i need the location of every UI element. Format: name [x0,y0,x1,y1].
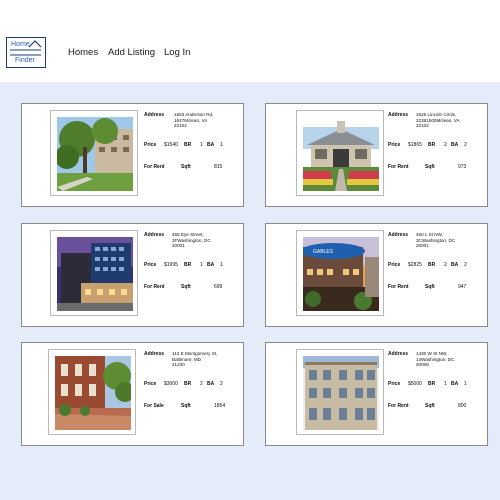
status-label: For Rent [144,284,165,290]
br-value: 1 [200,262,203,268]
ba-label: BA [451,142,459,148]
status-label: For Sale [144,403,164,409]
address-line-3: 22102 [174,123,187,128]
logo-text-home: Home [11,41,30,48]
listing-card[interactable]: Address 1526 Lincoln Circle, 22381500Mcl… [265,103,488,207]
gables-building-photo: GABLES [303,237,379,311]
sqft-value: 815 [214,164,223,170]
rowhouse-photo [55,356,131,430]
address-label: Address [144,112,165,118]
listing-details: Address 455 Eye Street, 2FWashington, DC… [144,224,244,324]
listing-photo[interactable] [50,230,138,316]
br-value: 2 [444,262,447,268]
address-line-3: 20001 [416,243,429,248]
price-label: Price [144,381,157,387]
address-label: Address [144,232,165,238]
price-value: $1995 [164,262,178,268]
br-label: BR [184,262,192,268]
price-value: $1540 [164,142,178,148]
ba-label: BA [451,381,459,387]
listing-card[interactable]: GABLES Address 460 L St NW, 3CWashington… [265,223,488,327]
price-label: Price [388,262,401,268]
listing-details: Address 1526 Lincoln Circle, 22381500Mcl… [388,104,488,204]
logo-text-finder: Finder [15,57,35,64]
br-value: 2 [200,381,203,387]
nav-homes-link[interactable]: Homes [68,47,98,58]
home-finder-logo[interactable]: Home Finder [6,37,46,68]
br-value: 2 [444,142,447,148]
sqft-label: Sqft [425,284,435,290]
sqft-value: 973 [458,164,467,170]
br-label: BR [428,142,436,148]
modern-building-photo [57,237,133,311]
ba-label: BA [451,262,459,268]
listing-photo[interactable] [48,349,136,435]
address-label: Address [144,351,165,357]
ba-value: 1 [220,262,223,268]
nav-add-listing-link[interactable]: Add Listing [108,47,155,58]
sqft-label: Sqft [181,403,191,409]
price-label: Price [388,381,401,387]
price-label: Price [388,142,401,148]
ba-label: BA [207,142,215,148]
sqft-value: 1854 [214,403,226,409]
listing-photo[interactable]: GABLES [296,230,384,316]
clubhouse-photo [303,117,379,191]
ba-label: BA [207,262,215,268]
address-label: Address [388,232,409,238]
listing-photo[interactable] [50,110,138,196]
price-value: $1865 [408,142,422,148]
gables-sign-text: GABLES [313,249,334,255]
address-line-3: 22102 [416,123,429,128]
status-label: For Rent [388,403,409,409]
address-line-3: 20009 [416,362,429,367]
br-label: BR [184,381,192,387]
status-label: For Rent [144,164,165,170]
sqft-label: Sqft [425,403,435,409]
sqft-label: Sqft [181,164,191,170]
status-label: For Rent [388,284,409,290]
address-label: Address [388,351,409,357]
sqft-value: 800 [458,403,467,409]
listing-card[interactable]: Address 112 E Montgomery St, Baltimore, … [21,342,244,446]
sqft-value: 947 [458,284,467,290]
address-label: Address [388,112,409,118]
listing-card[interactable]: Address 1653 Anderson Rd, 1647Mclean, VA… [21,103,244,207]
listing-details: Address 1653 Anderson Rd, 1647Mclean, VA… [144,104,244,204]
br-value: 1 [200,142,203,148]
price-label: Price [144,142,157,148]
ba-value: 1 [464,381,467,387]
sqft-value: 699 [214,284,223,290]
price-value: $2825 [408,262,422,268]
ba-value: 2 [464,262,467,268]
nav-login-link[interactable]: Log In [164,47,190,58]
ba-value: 2 [220,381,223,387]
price-value: $3000 [164,381,178,387]
sqft-label: Sqft [425,164,435,170]
br-label: BR [428,381,436,387]
top-navigation-bar: Home Finder Homes Add Listing Log In [0,0,500,82]
listing-card[interactable]: Address 455 Eye Street, 2FWashington, DC… [21,223,244,327]
ba-value: 1 [220,142,223,148]
victorian-building-photo [303,356,379,430]
ba-label: BA [207,381,215,387]
sqft-label: Sqft [181,284,191,290]
listing-photo[interactable] [296,349,384,435]
price-value: $5000 [408,381,422,387]
address-line-3: 21230 [172,362,185,367]
listing-details: Address 112 E Montgomery St, Baltimore, … [144,343,244,443]
listing-details: Address 1430 W St NW, 14Washington, DC 2… [388,343,488,443]
br-label: BR [428,262,436,268]
status-label: For Rent [388,164,409,170]
br-label: BR [184,142,192,148]
listing-card[interactable]: Address 1430 W St NW, 14Washington, DC 2… [265,342,488,446]
price-label: Price [144,262,157,268]
br-value: 1 [444,381,447,387]
apartment-building-photo [57,117,133,191]
address-line-3: 20001 [172,243,185,248]
ba-value: 2 [464,142,467,148]
listing-details: Address 460 L St NW, 3CWashington, DC 20… [388,224,488,324]
listing-photo[interactable] [296,110,384,196]
